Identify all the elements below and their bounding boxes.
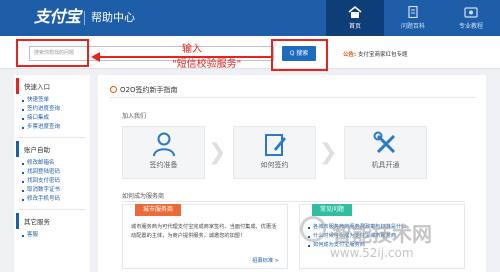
sidebar-item-quick-sign[interactable]: 快速签单: [22, 96, 90, 105]
become-provider-label: 如何成为服务商: [122, 193, 165, 200]
watermark-url: www.52ij.com: [330, 246, 414, 260]
nav-home[interactable]: 首页: [326, 0, 384, 36]
alipay-logo[interactable]: 支付宝: [34, 7, 81, 27]
sidebar-quick-links: 快速签单 签约进度查询 接口集成 步票进度查询: [14, 94, 90, 135]
sidebar-other-links: 客服: [14, 229, 90, 243]
edit-icon: [264, 134, 286, 156]
watermark-title: 智能技术网: [332, 222, 432, 246]
user-icon: [152, 132, 175, 157]
announcement-text[interactable]: 支付宝商家红包专题: [358, 52, 408, 58]
step-device-activation[interactable]: 机具开通: [344, 126, 427, 179]
sidebar-item-recover-pay[interactable]: 找回支付密码: [22, 177, 90, 186]
sidebar-item-integration[interactable]: 接口集成: [22, 114, 90, 123]
sidebar-section-title: 账户自助: [16, 141, 90, 157]
recruit-standard-link[interactable]: 招募标准 >: [252, 257, 279, 264]
tutorial-icon: [464, 7, 478, 18]
annotation-text-input: 输入: [182, 44, 202, 55]
annotation-arrow-head: [91, 52, 100, 62]
logo-divider: [84, 11, 85, 25]
city-provider-card: 城市服务商 城市服务商为可代理支付宝完成商家签约、当面付集成、优惠活动配置的主体…: [122, 204, 288, 269]
chevron-right-icon: ❯: [319, 140, 338, 165]
sidebar-divider: [18, 137, 86, 138]
watermark: 智能技术网 www.52ij.com: [300, 210, 495, 270]
page-title: O2O签约新手指南: [110, 85, 177, 95]
sidebar-item-recover-login[interactable]: 找回登陆密码: [22, 168, 90, 177]
title-divider: [110, 97, 476, 98]
step-label: 签约准备: [149, 161, 178, 169]
sidebar-item-change-phone[interactable]: 修改手机号码: [22, 195, 90, 204]
nav-home-label: 首页: [348, 23, 361, 30]
join-section-label: 加入我们: [122, 113, 147, 120]
sidebar-item-sign-progress[interactable]: 签约进度查询: [22, 105, 90, 114]
step-how-to-sign[interactable]: 如何签约: [233, 126, 316, 179]
help-center-title: 帮助中心: [91, 11, 135, 24]
city-provider-tag: 城市服务商: [135, 204, 182, 216]
nav-tutorials[interactable]: 专业教程: [442, 0, 500, 36]
annotation-arrow-line: [99, 56, 273, 58]
tools-icon: [373, 131, 395, 154]
watermark-logo-icon: [300, 216, 326, 242]
sidebar-account-links: 修改邮箱名 找回登陆密码 找回支付密码 取消数字证书 修改手机号码: [14, 157, 90, 207]
city-provider-description: 城市服务商为可代理支付宝完成商家签约、当面付集成、优惠活动配置的主体，为商户提供…: [131, 224, 277, 239]
step-label: 如何签约: [260, 161, 289, 169]
annotation-box-input: [16, 39, 89, 67]
sidebar-item-ticket-progress[interactable]: 步票进度查询: [22, 123, 90, 132]
sidebar-divider: [18, 209, 86, 210]
step-sign-prep[interactable]: 签约准备: [122, 126, 205, 179]
annotation-box-search: [271, 39, 328, 71]
nav-faq-label: 问题百科: [400, 23, 425, 30]
document-icon: [408, 6, 418, 18]
sidebar-item-support[interactable]: 客服: [22, 231, 90, 240]
sidebar-section-title: 快速入口: [16, 78, 90, 94]
top-header: 支付宝 帮助中心 首页 问题百科 专业教程: [0, 0, 500, 36]
sidebar-item-change-email[interactable]: 修改邮箱名: [22, 159, 90, 168]
home-icon: [348, 6, 362, 18]
nav-faq-encyclopedia[interactable]: 问题百科: [384, 0, 442, 36]
section-divider: [122, 201, 465, 202]
nav-tutorials-label: 专业教程: [458, 23, 483, 30]
sidebar-item-cancel-cert[interactable]: 取消数字证书: [22, 186, 90, 195]
announcement[interactable]: 公告: 支付宝商家红包专题: [343, 50, 407, 58]
chevron-right-icon: ❯: [208, 140, 227, 165]
announcement-label: 公告:: [343, 52, 357, 58]
sidebar: 快速入口 快速签单 签约进度查询 接口集成 步票进度查询 账户自助 修改邮箱名 …: [14, 75, 90, 272]
sidebar-section-title: 其它服务: [16, 213, 90, 229]
step-label: 机具开通: [371, 161, 400, 169]
annotation-text-service: "短信校验服务": [172, 59, 242, 70]
